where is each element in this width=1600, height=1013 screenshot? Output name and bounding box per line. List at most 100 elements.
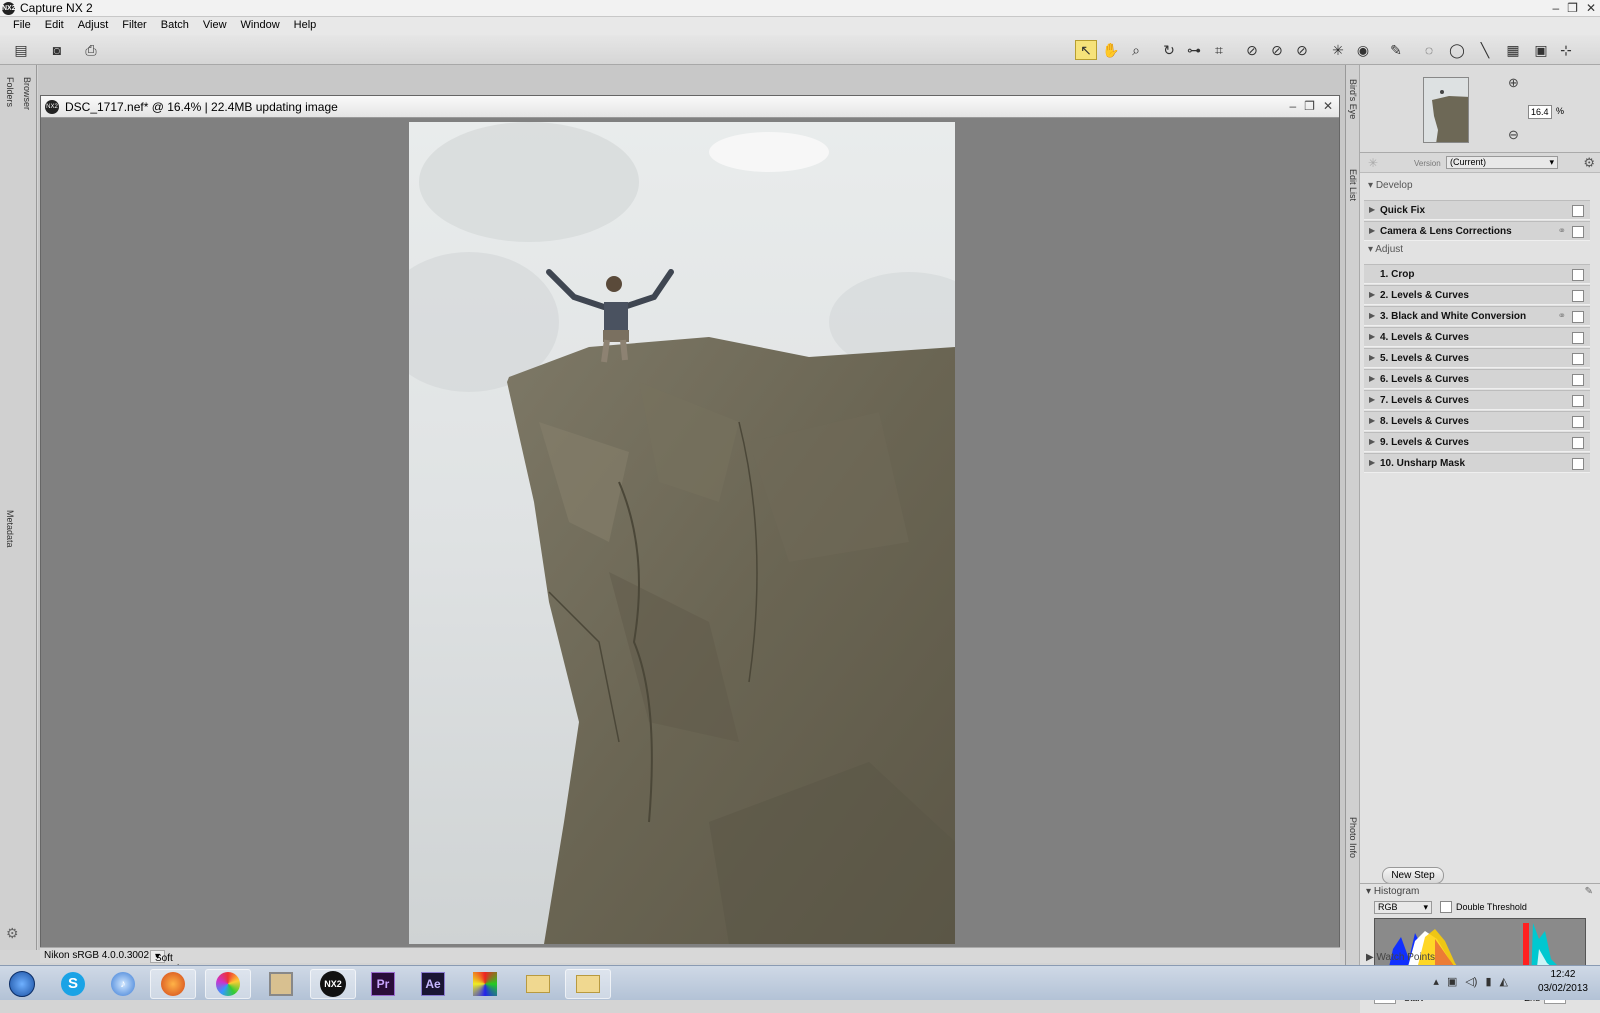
rotate-icon[interactable]: ↻ — [1158, 40, 1180, 60]
histogram-settings-icon[interactable]: ✎ — [1585, 886, 1593, 897]
taskbar-skype[interactable]: S — [50, 969, 96, 999]
step-checkbox[interactable] — [1572, 437, 1584, 449]
menu-adjust[interactable]: Adjust — [71, 17, 116, 35]
marquee-icon[interactable]: ◯ — [1446, 40, 1468, 60]
step-checkbox[interactable] — [1572, 205, 1584, 217]
expand-arrow-icon[interactable]: ▶ — [1369, 205, 1375, 214]
birds-eye-thumbnail[interactable] — [1423, 77, 1469, 143]
restore-button[interactable]: ❐ — [1567, 1, 1578, 15]
black-control-point-icon[interactable]: ⊘ — [1241, 40, 1263, 60]
expand-arrow-icon[interactable]: ▶ — [1369, 458, 1375, 467]
auto-retouch-brush-icon[interactable]: ✎ — [1385, 40, 1407, 60]
expand-arrow-icon[interactable]: ▶ — [1369, 311, 1375, 320]
menu-batch[interactable]: Batch — [154, 17, 196, 35]
brush-icon[interactable]: ╲ — [1474, 40, 1496, 60]
expand-arrow-icon[interactable]: ▶ — [1369, 226, 1375, 235]
taskbar-picasa[interactable] — [205, 969, 251, 999]
birds-eye-tab[interactable]: Bird's Eye — [1348, 79, 1358, 119]
white-control-point-icon[interactable]: ⊘ — [1291, 40, 1313, 60]
taskbar-itunes[interactable]: ♪ — [100, 969, 146, 999]
folders-tab[interactable]: Folders — [5, 77, 15, 107]
zoom-out-icon[interactable]: ⊖ — [1508, 127, 1519, 143]
zoom-field[interactable]: 16.4 — [1528, 105, 1552, 119]
version-select[interactable]: (Current) ▾ — [1446, 156, 1558, 169]
red-eye-icon[interactable]: ◉ — [1352, 40, 1374, 60]
step-9[interactable]: ▶ 9. Levels & Curves — [1364, 432, 1590, 452]
step-3[interactable]: ▶ 3. Black and White Conversion ⚭ — [1364, 306, 1590, 326]
taskbar-capture-nx2[interactable]: NX2 — [310, 969, 356, 999]
volume-icon[interactable]: ◁) — [1465, 975, 1477, 988]
watch-points-header[interactable]: ▶ Watch Points — [1366, 952, 1435, 963]
taskbar-photo-app[interactable] — [258, 969, 304, 999]
taskbar-explorer[interactable] — [515, 969, 561, 999]
photo-canvas[interactable] — [409, 122, 955, 944]
expand-arrow-icon[interactable]: ▶ — [1369, 416, 1375, 425]
doc-restore-button[interactable]: ❐ — [1304, 99, 1315, 113]
network-icon[interactable]: ▣ — [1447, 975, 1457, 988]
step-checkbox[interactable] — [1572, 311, 1584, 323]
crop-icon[interactable]: ⌗ — [1208, 40, 1230, 60]
straighten-icon[interactable]: ⊶ — [1183, 40, 1205, 60]
step-7[interactable]: ▶ 7. Levels & Curves — [1364, 390, 1590, 410]
direct-select-icon[interactable]: ↖ — [1075, 40, 1097, 60]
step-10[interactable]: ▶ 10. Unsharp Mask — [1364, 453, 1590, 473]
step-8[interactable]: ▶ 8. Levels & Curves — [1364, 411, 1590, 431]
expand-arrow-icon[interactable]: ▶ — [1369, 353, 1375, 362]
taskbar-explorer-open[interactable] — [565, 969, 611, 999]
expand-arrow-icon[interactable]: ▶ — [1369, 374, 1375, 383]
output-icon[interactable]: ⎙ — [80, 40, 102, 60]
step-quick-fix[interactable]: ▶ Quick Fix — [1364, 200, 1590, 220]
expand-arrow-icon[interactable]: ▶ — [1369, 290, 1375, 299]
tray-expand-icon[interactable]: ▴ — [1433, 975, 1439, 988]
photo-info-tab[interactable]: Photo Info — [1348, 817, 1358, 858]
step-camera-lens[interactable]: ▶ Camera & Lens Corrections ⚭ — [1364, 221, 1590, 241]
step-1[interactable]: 1. Crop — [1364, 264, 1590, 284]
doc-minimize-button[interactable]: – — [1289, 99, 1296, 113]
step-checkbox[interactable] — [1572, 395, 1584, 407]
adjust-section-header[interactable]: ▾ Adjust — [1368, 244, 1403, 255]
expand-arrow-icon[interactable]: ▶ — [1369, 395, 1375, 404]
lasso-icon[interactable]: ◌ — [1418, 40, 1440, 60]
step-6[interactable]: ▶ 6. Levels & Curves — [1364, 369, 1590, 389]
hand-icon[interactable]: ✋ — [1100, 40, 1122, 60]
taskbar-color-app[interactable] — [462, 969, 508, 999]
selection-control-point-icon[interactable]: ⊹ — [1555, 40, 1577, 60]
edit-list-tab[interactable]: Edit List — [1348, 169, 1358, 201]
workspace-icon[interactable]: ▤ — [10, 40, 32, 60]
step-checkbox[interactable] — [1572, 269, 1584, 281]
soft-proof-dropdown[interactable]: Soft Proof Off ▾ — [150, 950, 179, 986]
step-checkbox[interactable] — [1572, 332, 1584, 344]
system-clock[interactable]: 12:42 03/02/2013 — [1538, 968, 1588, 996]
fill-icon[interactable]: ▣ — [1530, 40, 1552, 60]
gear-icon[interactable]: ⚙ — [1583, 155, 1595, 171]
menu-window[interactable]: Window — [234, 17, 287, 35]
step-checkbox[interactable] — [1572, 290, 1584, 302]
step-4[interactable]: ▶ 4. Levels & Curves — [1364, 327, 1590, 347]
doc-close-button[interactable]: ✕ — [1323, 99, 1333, 113]
histogram-header[interactable]: ▾ Histogram — [1366, 886, 1419, 897]
metadata-tab[interactable]: Metadata — [5, 510, 15, 548]
double-threshold-checkbox[interactable] — [1440, 901, 1452, 913]
start-button[interactable] — [0, 969, 44, 999]
neutral-control-point-icon[interactable]: ⊘ — [1266, 40, 1288, 60]
gradient-icon[interactable]: ▦ — [1502, 40, 1524, 60]
taskbar-premiere[interactable]: Pr — [360, 969, 406, 999]
minimize-button[interactable]: – — [1552, 1, 1559, 15]
zoom-in-icon[interactable]: ⊕ — [1508, 75, 1519, 91]
zoom-icon[interactable]: ⌕ — [1125, 40, 1147, 60]
expand-arrow-icon[interactable]: ▶ — [1369, 332, 1375, 341]
develop-section-header[interactable]: ▾ Develop — [1368, 180, 1413, 191]
step-checkbox[interactable] — [1572, 458, 1584, 470]
power-icon[interactable]: ▮ — [1485, 975, 1491, 988]
menu-filter[interactable]: Filter — [115, 17, 153, 35]
new-step-button[interactable]: New Step — [1382, 867, 1444, 884]
taskbar-firefox[interactable] — [150, 969, 196, 999]
menu-help[interactable]: Help — [287, 17, 324, 35]
step-checkbox[interactable] — [1572, 374, 1584, 386]
expand-arrow-icon[interactable]: ▶ — [1369, 437, 1375, 446]
channel-select[interactable]: RGB ▾ — [1374, 901, 1432, 914]
step-5[interactable]: ▶ 5. Levels & Curves — [1364, 348, 1590, 368]
taskbar-after-effects[interactable]: Ae — [410, 969, 456, 999]
camera-icon[interactable]: ◙ — [46, 40, 68, 60]
step-checkbox[interactable] — [1572, 226, 1584, 238]
